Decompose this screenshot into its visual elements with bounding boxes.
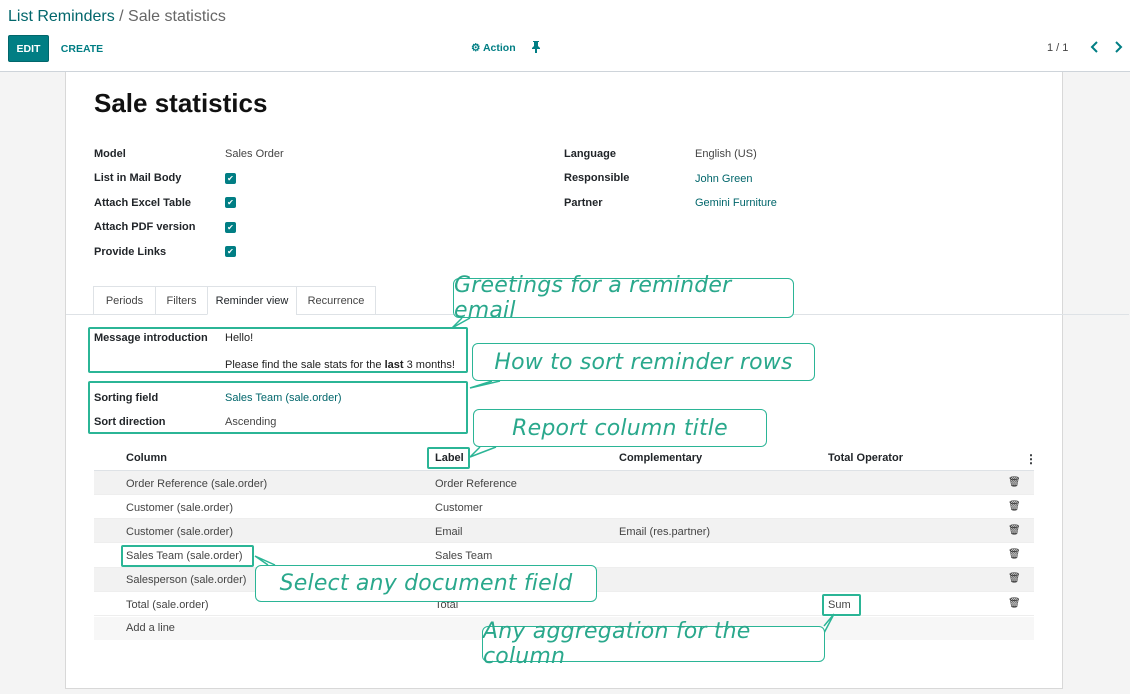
pin-icon[interactable] (531, 41, 541, 56)
trash-icon[interactable]: 🗑 (1008, 525, 1021, 536)
trash-icon[interactable]: 🗑 (1008, 501, 1021, 512)
row-3-complementary[interactable]: Email (res.partner) (619, 526, 710, 538)
table-row[interactable] (94, 495, 1034, 519)
action-menu-button[interactable]: ⚙ Action (471, 42, 516, 54)
record-title: Sale statistics (94, 88, 268, 118)
tab-recurrence[interactable]: Recurrence (296, 286, 376, 315)
attach-pdf-checkbox[interactable]: ✔ (225, 222, 236, 233)
callout-document-field: Select any document field (255, 565, 597, 602)
tab-filters[interactable]: Filters (155, 286, 208, 315)
pager-value[interactable]: 1 / 1 (1047, 42, 1068, 54)
chevron-right-icon (1115, 41, 1123, 53)
responsible-link[interactable]: John Green (695, 173, 752, 185)
table-row[interactable] (94, 519, 1034, 543)
edit-button[interactable]: EDIT (8, 35, 49, 62)
trash-icon[interactable]: 🗑 (1008, 549, 1021, 560)
row-4-label[interactable]: Sales Team (435, 550, 492, 562)
row-5-column[interactable]: Salesperson (sale.order) (126, 574, 246, 586)
list-in-mail-body-label: List in Mail Body (94, 172, 182, 184)
row-1-column[interactable]: Order Reference (sale.order) (126, 478, 267, 490)
callout-greetings: Greetings for a reminder email (453, 273, 794, 323)
language-value: English (US) (695, 148, 757, 160)
row-3-column[interactable]: Customer (sale.order) (126, 526, 233, 538)
column-header-column[interactable]: Column (126, 452, 167, 464)
model-value: Sales Order (225, 148, 284, 160)
breadcrumb: List Reminders / Sale statistics (8, 8, 226, 26)
column-header-complementary[interactable]: Complementary (619, 452, 702, 464)
action-label: Action (482, 42, 516, 54)
highlight-sum-cell (822, 594, 861, 616)
responsible-label: Responsible (564, 172, 630, 184)
row-1-label[interactable]: Order Reference (435, 478, 517, 490)
list-in-mail-body-checkbox[interactable]: ✔ (225, 173, 236, 184)
row-2-label[interactable]: Customer (435, 502, 483, 514)
row-2-column[interactable]: Customer (sale.order) (126, 502, 233, 514)
create-button[interactable]: CREATE (57, 35, 107, 62)
callout-sort: How to sort reminder rows (472, 343, 815, 381)
chevron-left-icon (1090, 41, 1098, 53)
pager-next-button[interactable] (1113, 41, 1123, 56)
highlight-sales-team-cell (121, 545, 254, 567)
provide-links-label: Provide Links (94, 246, 167, 258)
gear-icon: ⚙ (471, 42, 481, 54)
attach-excel-label: Attach Excel Table (94, 197, 191, 209)
language-label: Language (564, 148, 616, 160)
breadcrumb-parent-link[interactable]: List Reminders (8, 8, 115, 25)
provide-links-checkbox[interactable]: ✔ (225, 246, 236, 257)
trash-icon[interactable]: 🗑 (1008, 598, 1021, 609)
highlight-sorting (88, 381, 468, 434)
breadcrumb-current: Sale statistics (128, 8, 226, 25)
attach-excel-checkbox[interactable]: ✔ (225, 197, 236, 208)
row-6-column[interactable]: Total (sale.order) (126, 599, 209, 611)
model-label: Model (94, 148, 126, 160)
breadcrumb-separator: / (114, 8, 129, 25)
control-panel: List Reminders / Sale statistics EDIT CR… (0, 0, 1130, 72)
trash-icon[interactable]: 🗑 (1008, 477, 1021, 488)
pager-previous-button[interactable] (1090, 41, 1100, 56)
highlight-label-header (427, 447, 470, 469)
row-3-label[interactable]: Email (435, 526, 463, 538)
highlight-message-introduction (88, 327, 468, 373)
partner-link[interactable]: Gemini Furniture (695, 197, 777, 209)
trash-icon[interactable]: 🗑 (1008, 573, 1021, 584)
tab-periods[interactable]: Periods (93, 286, 156, 315)
tab-reminder-view[interactable]: Reminder view (207, 286, 297, 315)
callout-aggregation: Any aggregation for the column (482, 619, 825, 669)
column-header-total-operator[interactable]: Total Operator (828, 452, 903, 464)
column-options-icon[interactable]: ⋮ (1025, 452, 1037, 466)
partner-label: Partner (564, 197, 603, 209)
add-a-line-link[interactable]: Add a line (126, 622, 175, 634)
attach-pdf-label: Attach PDF version (94, 221, 196, 233)
callout-column-title: Report column title (473, 409, 767, 447)
